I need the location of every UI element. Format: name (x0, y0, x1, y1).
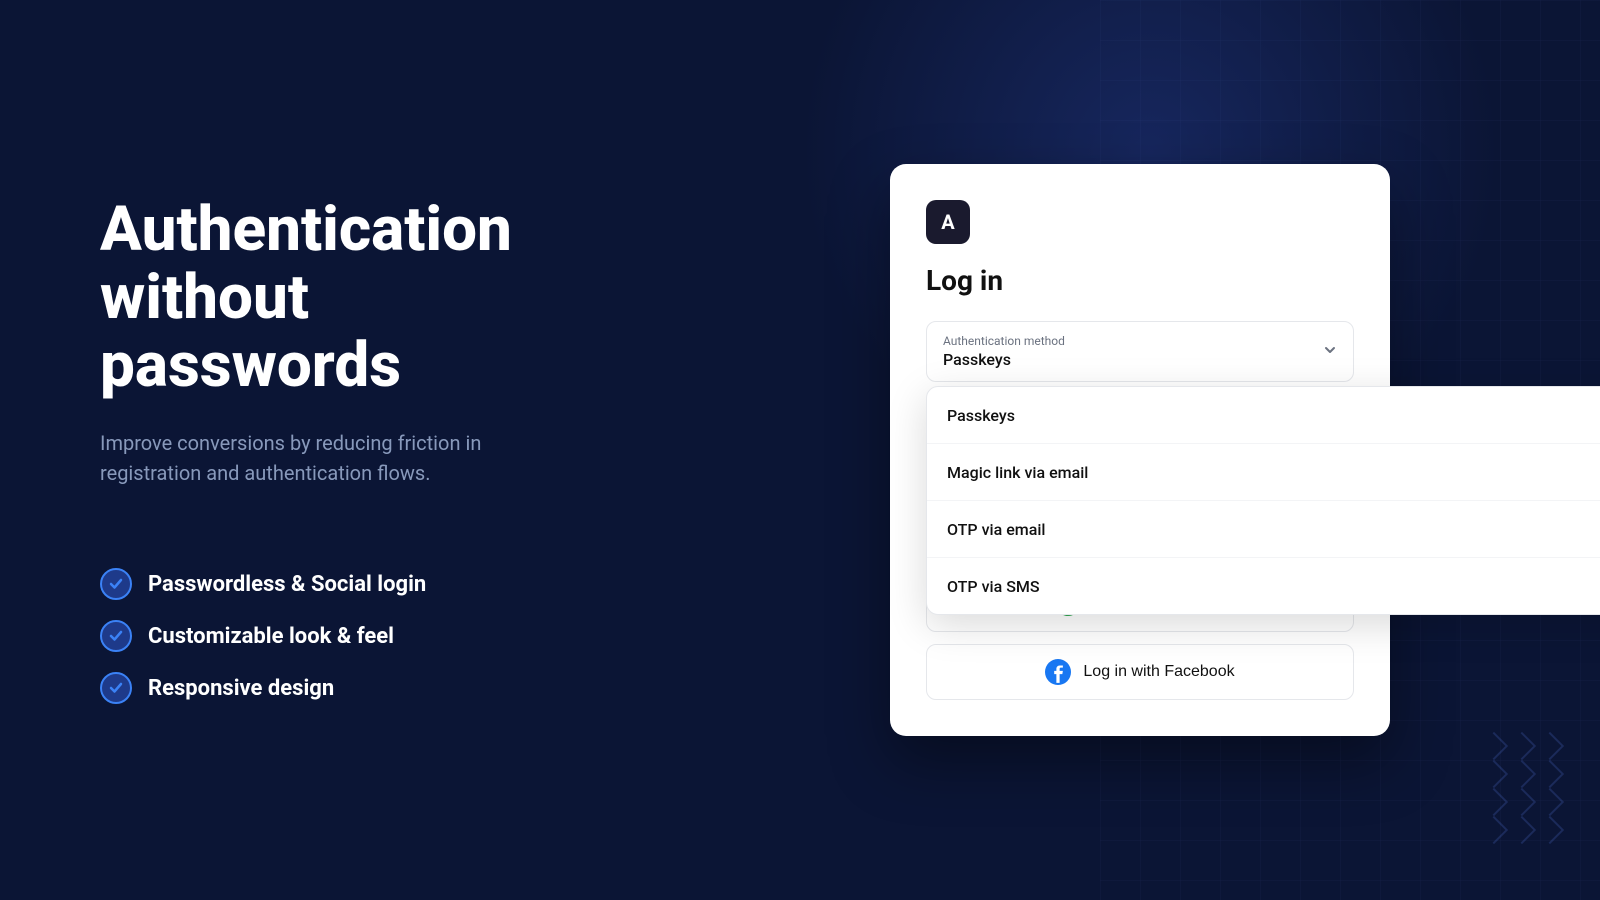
dropdown-label: Authentication method (943, 334, 1337, 348)
dropdown-selected-value: Passkeys (943, 350, 1337, 369)
dropdown-item-passkeys[interactable]: Passkeys (927, 387, 1600, 444)
facebook-button-label: Log in with Facebook (1083, 663, 1234, 681)
bg-arrows (1484, 736, 1560, 840)
dropdown-option-label: OTP via email (947, 520, 1046, 539)
dropdown-option-label: Passkeys (947, 406, 1015, 425)
check-svg (108, 680, 124, 696)
feature-check-icon (100, 672, 132, 704)
feature-text-responsive: Responsive design (148, 676, 334, 701)
feature-item: Customizable look & feel (100, 620, 600, 652)
feature-text-social: Passwordless & Social login (148, 572, 426, 597)
dropdown-option-label: Magic link via email (947, 463, 1088, 482)
hero-subtitle: Improve conversions by reducing friction… (100, 428, 540, 488)
dropdown-item-otp-email[interactable]: OTP via email (927, 501, 1600, 558)
auth-method-dropdown[interactable]: Authentication method Passkeys Passkeys (926, 321, 1354, 382)
dropdown-item-magic-link[interactable]: Magic link via email (927, 444, 1600, 501)
dropdown-item-otp-sms[interactable]: OTP via SMS (927, 558, 1600, 614)
dropdown-option-label: OTP via SMS (947, 577, 1040, 596)
feature-item: Responsive design (100, 672, 600, 704)
chevron-down-icon (1322, 342, 1338, 362)
feature-check-icon (100, 620, 132, 652)
card-title: Log in (926, 264, 1354, 297)
check-svg (108, 628, 124, 644)
dropdown-menu: Passkeys Magic link via email OTP via em… (926, 386, 1600, 615)
feature-item: Passwordless & Social login (100, 568, 600, 600)
right-panel: A Log in Authentication method Passkeys … (680, 164, 1600, 736)
check-svg (108, 576, 124, 592)
feature-list: Passwordless & Social login Customizable… (100, 568, 600, 704)
feature-text-customizable: Customizable look & feel (148, 624, 394, 649)
left-panel: Authentication without passwords Improve… (0, 116, 680, 785)
login-card: A Log in Authentication method Passkeys … (890, 164, 1390, 736)
app-logo-letter: A (941, 210, 954, 234)
app-logo: A (926, 200, 970, 244)
hero-title: Authentication without passwords (100, 196, 600, 401)
feature-check-icon (100, 568, 132, 600)
facebook-login-button[interactable]: Log in with Facebook (926, 644, 1354, 700)
dropdown-trigger[interactable]: Authentication method Passkeys (926, 321, 1354, 382)
facebook-icon (1045, 659, 1071, 685)
